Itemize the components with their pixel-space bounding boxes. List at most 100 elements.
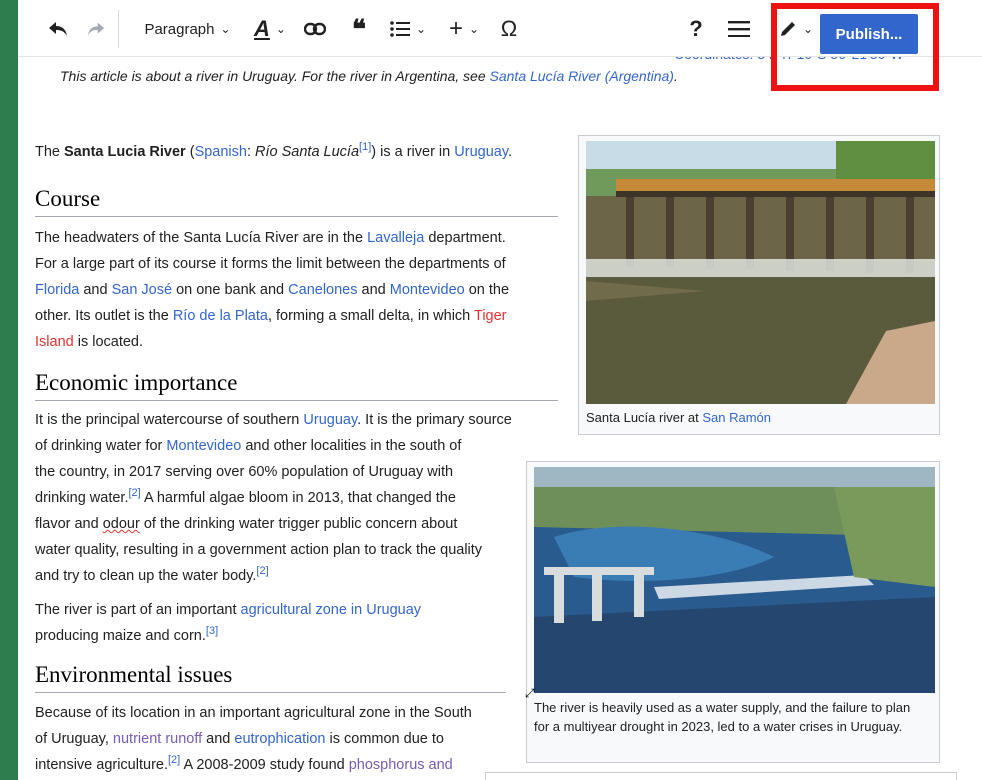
text: drinking water.: [35, 490, 129, 506]
reference-link[interactable]: [2]: [129, 487, 141, 499]
san-jose-link[interactable]: San José: [112, 282, 172, 298]
figure-bridge: Santa Lucía river at San Ramón: [578, 135, 940, 435]
eutrophication-link[interactable]: eutrophication: [234, 731, 325, 747]
tiger-island-link[interactable]: Tiger: [474, 308, 507, 324]
text: A harmful algae bloom in 2013, that chan…: [140, 490, 456, 506]
special-character-icon[interactable]: Ω: [494, 14, 524, 44]
figure-caption: The river is heavily used as a water sup…: [534, 700, 911, 734]
san-ramon-link[interactable]: San Ramón: [702, 410, 771, 425]
rio-de-la-plata-link[interactable]: Río de la Plata: [173, 308, 268, 324]
quote-icon[interactable]: ❝: [344, 14, 374, 44]
text: It is the principal watercourse of south…: [35, 412, 304, 428]
course-paragraph: The headwaters of the Santa Lucía River …: [35, 225, 560, 355]
annotation-highlight-box: [771, 3, 939, 91]
help-icon[interactable]: ?: [684, 14, 708, 44]
intro-text: :: [246, 144, 256, 160]
section-heading-economic: Economic importance: [35, 368, 558, 401]
agricultural-zone-link[interactable]: agricultural zone in Uruguay: [241, 602, 422, 618]
resize-handle-icon[interactable]: ⤢: [525, 686, 535, 701]
text-style-dropdown[interactable]: A ⌄: [248, 14, 292, 44]
paragraph-label: Paragraph: [144, 20, 215, 38]
link-icon[interactable]: [300, 14, 330, 44]
text: of the drinking water trigger public con…: [139, 516, 458, 532]
article-title-bold: Santa Lucia River: [64, 144, 186, 160]
chevron-down-icon: ⌄: [275, 22, 286, 36]
text: Because of its location in an important …: [35, 705, 472, 721]
uruguay-link[interactable]: Uruguay: [454, 144, 508, 160]
reference-link[interactable]: [3]: [206, 625, 218, 637]
phosphorus-link[interactable]: phosphorus and: [349, 757, 453, 773]
text: and: [202, 731, 235, 747]
tiger-island-link[interactable]: Island: [35, 334, 74, 350]
montevideo-link[interactable]: Montevideo: [166, 438, 241, 454]
caption-text: Santa Lucía river at: [586, 410, 703, 425]
section-heading-course: Course: [35, 184, 558, 217]
text: intensive agriculture.: [35, 757, 168, 773]
reference-link[interactable]: [2]: [168, 754, 180, 766]
chevron-down-icon: ⌄: [415, 22, 427, 36]
chevron-down-icon: ⌄: [220, 22, 231, 36]
undo-icon[interactable]: [44, 14, 72, 44]
text: water quality, resulting in a government…: [35, 542, 483, 558]
intro-text: ) is a river in: [371, 144, 455, 160]
text: A 2008-2009 study found: [180, 757, 349, 773]
text: , forming a small delta, in which: [267, 308, 474, 324]
redo-icon[interactable]: [82, 14, 110, 44]
editor-frame: Paragraph ⌄ A ⌄ ❝ ⌄ + ⌄ Ω ? ⌄ Publish...: [18, 0, 982, 780]
toolbar-divider: [118, 10, 119, 48]
chevron-down-icon: ⌄: [468, 22, 480, 36]
insert-icon: +: [448, 15, 463, 42]
text: and try to clean up the water body.: [35, 568, 257, 584]
list-dropdown[interactable]: ⌄: [384, 14, 432, 44]
figure-caption: Santa Lucía river at San Ramón: [586, 408, 771, 427]
menu-icon[interactable]: [724, 14, 754, 44]
reference-link[interactable]: [1]: [359, 141, 371, 153]
list-icon: [390, 21, 410, 37]
text: is common due to: [325, 731, 444, 747]
text: The river is part of an important: [35, 602, 241, 618]
bridge-photo[interactable]: [586, 141, 935, 404]
environmental-paragraph: Because of its location in an important …: [35, 700, 515, 778]
hatnote-link[interactable]: Santa Lucía River (Argentina): [490, 68, 674, 84]
intro-paragraph: The Santa Lucia River (Spanish: Río Sant…: [35, 139, 512, 165]
paragraph-format-dropdown[interactable]: Paragraph ⌄: [130, 14, 245, 44]
economic-paragraph: It is the principal watercourse of south…: [35, 407, 565, 649]
text: The headwaters of the Santa Lucía River …: [35, 230, 368, 246]
section-heading-environmental: Environmental issues: [35, 660, 506, 693]
text: and: [79, 282, 112, 298]
text: is located.: [73, 334, 144, 350]
text: . It is the primary source: [357, 412, 512, 428]
intro-text: .: [508, 144, 513, 160]
hatnote-end: .: [673, 68, 678, 84]
uruguay-link[interactable]: Uruguay: [303, 412, 357, 428]
spellcheck-word[interactable]: odour: [103, 516, 140, 532]
text: on one bank and: [172, 282, 289, 298]
figure-dam: The river is heavily used as a water sup…: [526, 461, 940, 763]
hatnote-text: This article is about a river in Uruguay…: [60, 68, 490, 84]
lavalleja-link[interactable]: Lavalleja: [367, 230, 424, 246]
text: For a large part of its course it forms …: [35, 256, 506, 272]
text: on the: [464, 282, 510, 298]
text: of drinking water for: [35, 438, 167, 454]
text: producing maize and corn.: [35, 628, 206, 644]
text: of Uruguay,: [35, 731, 113, 747]
text: department.: [424, 230, 506, 246]
hatnote: This article is about a river in Uruguay…: [60, 68, 678, 84]
intro-text: (: [185, 144, 195, 160]
text: and: [357, 282, 390, 298]
text: other. Its outlet is the: [35, 308, 173, 324]
text: and other localities in the south of: [241, 438, 462, 454]
insert-dropdown[interactable]: + ⌄: [442, 14, 486, 44]
intro-text: The: [35, 144, 65, 160]
reference-link[interactable]: [2]: [256, 565, 268, 577]
spanish-link[interactable]: Spanish: [195, 144, 247, 160]
canelones-link[interactable]: Canelones: [288, 282, 357, 298]
florida-link[interactable]: Florida: [35, 282, 79, 298]
context-popup: [485, 772, 957, 780]
nutrient-runoff-link[interactable]: nutrient runoff: [113, 731, 202, 747]
montevideo-link[interactable]: Montevideo: [390, 282, 465, 298]
text-style-icon: A: [254, 16, 270, 41]
spanish-name: Río Santa Lucía: [255, 144, 360, 160]
dam-photo[interactable]: [534, 467, 935, 693]
text: flavor and: [35, 516, 103, 532]
